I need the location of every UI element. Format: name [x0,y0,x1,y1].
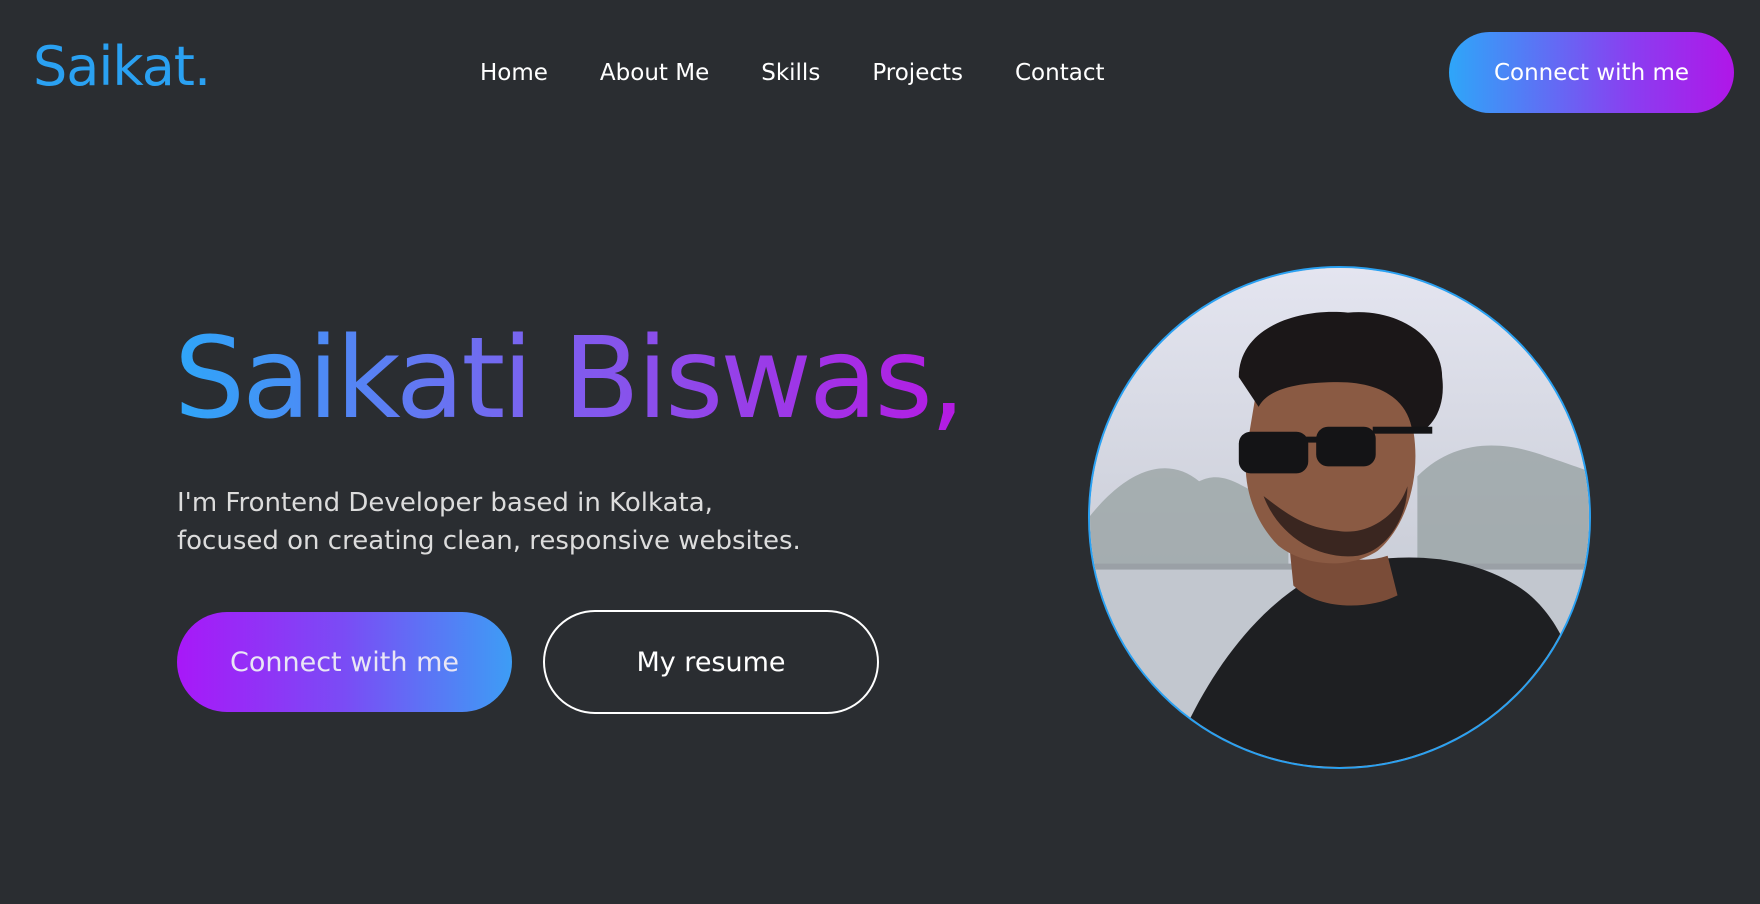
profile-photo-image [1090,268,1589,767]
nav-item-about-me[interactable]: About Me [600,56,709,90]
main-nav: Home About Me Skills Projects Contact [480,56,1104,90]
profile-photo [1088,266,1591,769]
header-connect-button[interactable]: Connect with me [1449,32,1734,113]
hero-description-line-2: focused on creating clean, responsive we… [177,526,801,556]
hero-description-line-1: I'm Frontend Developer based in Kolkata, [177,488,713,518]
nav-item-home[interactable]: Home [480,56,548,90]
connect-button[interactable]: Connect with me [177,612,512,712]
nav-item-contact[interactable]: Contact [1015,56,1104,90]
resume-button[interactable]: My resume [543,610,879,714]
page: Saikat. Home About Me Skills Projects Co… [0,0,1760,904]
logo[interactable]: Saikat. [33,40,211,94]
hero-title: Saikati Biswas, [174,314,965,444]
nav-item-skills[interactable]: Skills [761,56,820,90]
nav-item-projects[interactable]: Projects [872,56,963,90]
hero-description: I'm Frontend Developer based in Kolkata,… [177,484,877,560]
